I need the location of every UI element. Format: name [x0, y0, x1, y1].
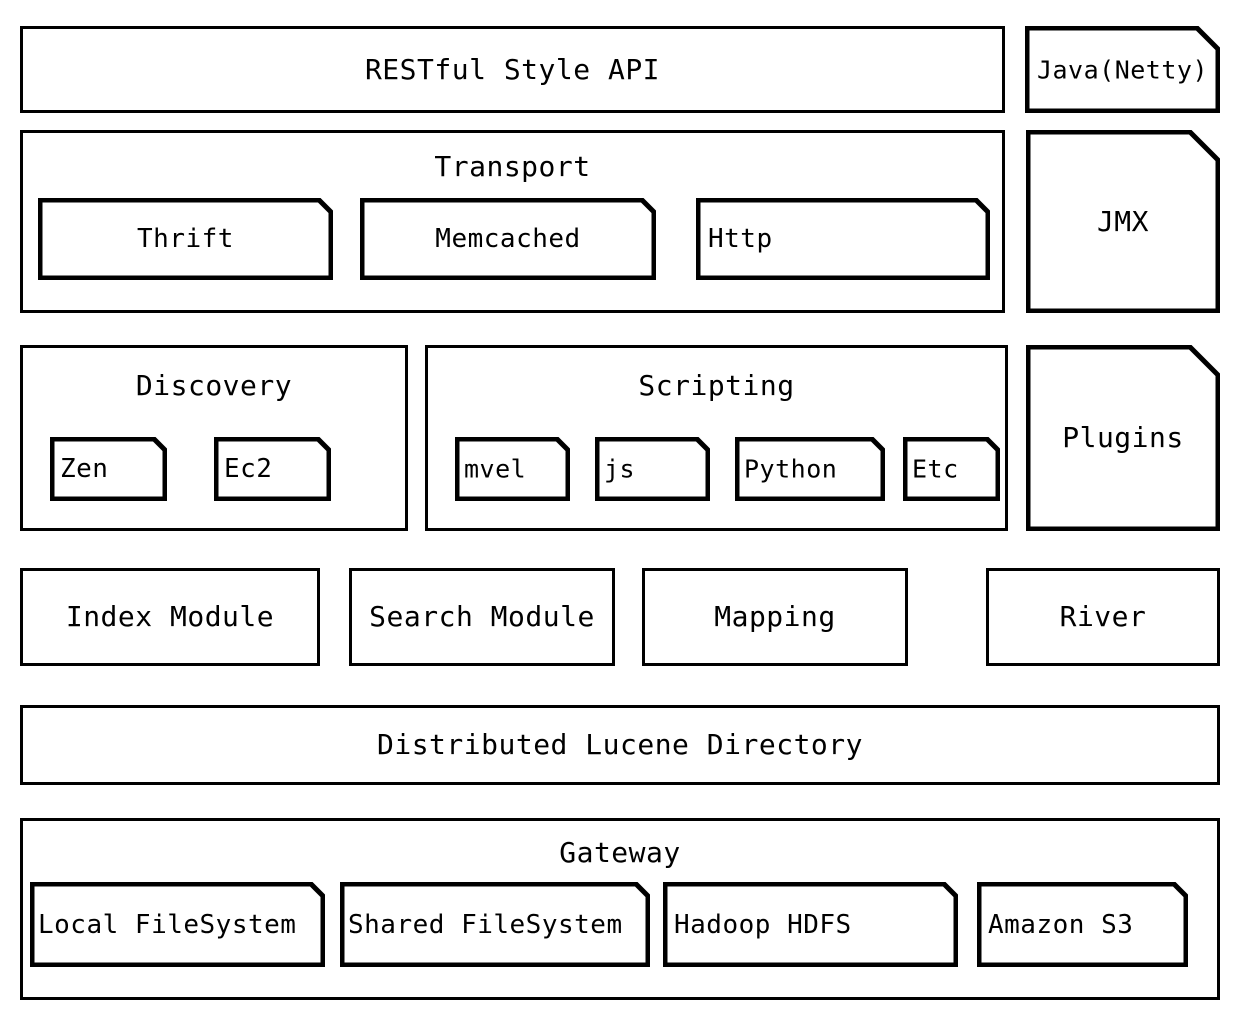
http-box[interactable]: Http [696, 198, 990, 280]
etc-box[interactable]: Etc [903, 437, 1000, 501]
distributed-lucene-directory-label: Distributed Lucene Directory [376, 728, 863, 761]
js-label: js [604, 454, 636, 484]
architecture-diagram: RESTful Style API Java(Netty) Transport … [0, 0, 1240, 1024]
mapping-label: Mapping [714, 600, 836, 633]
gateway-label: Gateway [559, 836, 681, 869]
distributed-lucene-directory-box[interactable]: Distributed Lucene Directory [20, 705, 1220, 785]
shared-filesystem-label: Shared FileSystem [348, 909, 623, 940]
transport-label: Transport [434, 150, 591, 183]
ec2-box[interactable]: Ec2 [214, 437, 331, 501]
local-filesystem-box[interactable]: Local FileSystem [30, 882, 325, 967]
hadoop-hdfs-box[interactable]: Hadoop HDFS [663, 882, 958, 967]
mvel-box[interactable]: mvel [455, 437, 570, 501]
java-netty-box[interactable]: Java(Netty) [1025, 26, 1220, 113]
zen-label: Zen [60, 454, 109, 484]
memcached-box[interactable]: Memcached [360, 198, 656, 280]
python-label: Python [744, 454, 838, 484]
etc-label: Etc [912, 454, 959, 484]
shared-filesystem-box[interactable]: Shared FileSystem [340, 882, 650, 967]
jmx-label: JMX [1096, 204, 1150, 238]
zen-box[interactable]: Zen [50, 437, 167, 501]
scripting-label: Scripting [638, 369, 795, 402]
discovery-label: Discovery [135, 369, 293, 402]
js-box[interactable]: js [595, 437, 710, 501]
amazon-s3-label: Amazon S3 [988, 909, 1134, 940]
python-box[interactable]: Python [735, 437, 885, 501]
river-label: River [1059, 600, 1147, 633]
index-module-box[interactable]: Index Module [20, 568, 320, 666]
java-netty-label: Java(Netty) [1036, 55, 1209, 84]
river-box[interactable]: River [986, 568, 1220, 666]
ec2-label: Ec2 [224, 454, 273, 484]
restful-style-api-box[interactable]: RESTful Style API [20, 26, 1005, 113]
amazon-s3-box[interactable]: Amazon S3 [977, 882, 1188, 967]
plugins-label: Plugins [1062, 421, 1184, 454]
plugins-box[interactable]: Plugins [1026, 345, 1220, 531]
search-module-label: Search Module [369, 600, 595, 633]
http-label: Http [708, 224, 773, 254]
hadoop-hdfs-label: Hadoop HDFS [674, 909, 852, 940]
search-module-box[interactable]: Search Module [349, 568, 615, 666]
memcached-label: Memcached [435, 224, 581, 254]
mvel-label: mvel [464, 454, 527, 484]
jmx-box[interactable]: JMX [1026, 130, 1220, 313]
index-module-label: Index Module [65, 600, 275, 633]
restful-style-api-label: RESTful Style API [364, 52, 661, 86]
local-filesystem-label: Local FileSystem [38, 909, 297, 940]
thrift-label: Thrift [137, 224, 234, 254]
thrift-box[interactable]: Thrift [38, 198, 333, 280]
mapping-box[interactable]: Mapping [642, 568, 908, 666]
